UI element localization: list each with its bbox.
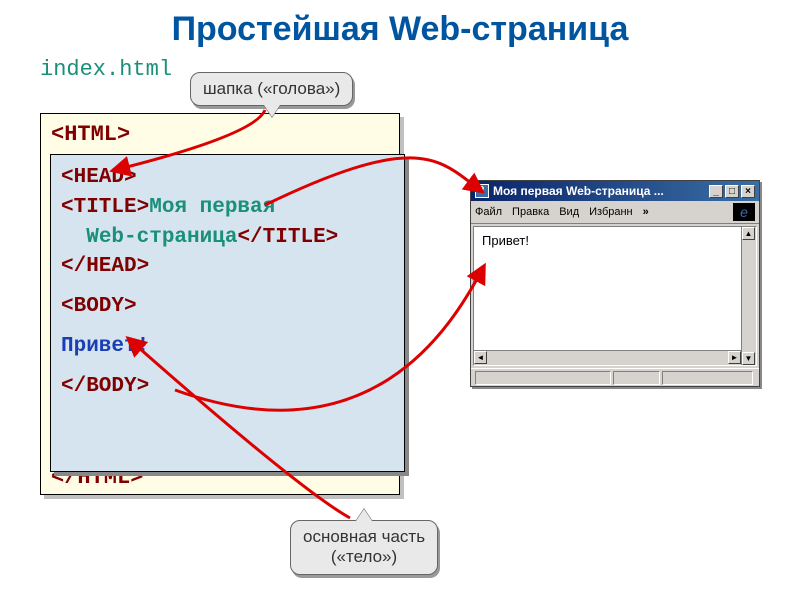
scrollbar-vertical[interactable]: ▲ ▼ [741, 227, 756, 365]
window-maximize-button[interactable]: □ [725, 185, 739, 198]
page-content: Привет! [482, 233, 529, 248]
browser-titlebar: Моя первая Web-страница ... _ □ × [471, 181, 759, 201]
scrollbar-horizontal[interactable]: ◄ ► [474, 350, 741, 365]
browser-viewport: Привет! ▲ ▼ ◄ ► [473, 226, 757, 366]
scroll-right-icon[interactable]: ► [728, 351, 741, 364]
menu-more[interactable]: » [643, 206, 649, 218]
code-inner-box: <HEAD> <TITLE>Моя первая Web-страница</T… [50, 154, 405, 472]
slide-title: Простейшая Web-страница [0, 10, 800, 49]
code-body-text: Привет! [61, 335, 149, 358]
code-html-open: <HTML> [51, 122, 389, 147]
filename-label: index.html [40, 57, 800, 82]
callout-body: основная часть («тело») [290, 520, 438, 575]
ie-icon [475, 184, 489, 198]
code-title-text1: Моя первая [149, 196, 275, 219]
browser-menubar: Файл Правка Вид Избранн » e [471, 201, 759, 224]
menu-favorites[interactable]: Избранн [589, 206, 633, 218]
browser-statusbar [471, 368, 759, 386]
browser-title-text: Моя первая Web-страница ... [493, 184, 664, 198]
scroll-left-icon[interactable]: ◄ [474, 351, 487, 364]
callout-body-line2: («тело») [331, 547, 397, 566]
ie-logo-icon: e [733, 203, 755, 221]
callout-head: шапка («голова») [190, 72, 353, 106]
code-head-open: <HEAD> [61, 166, 137, 189]
scroll-down-icon[interactable]: ▼ [742, 352, 755, 365]
window-close-button[interactable]: × [741, 185, 755, 198]
window-minimize-button[interactable]: _ [709, 185, 723, 198]
callout-body-line1: основная часть [303, 527, 425, 546]
code-body-close: </BODY> [61, 375, 149, 398]
menu-view[interactable]: Вид [559, 206, 579, 218]
browser-window: Моя первая Web-страница ... _ □ × Файл П… [470, 180, 760, 387]
code-title-close: </TITLE> [237, 226, 338, 249]
scroll-up-icon[interactable]: ▲ [742, 227, 755, 240]
menu-file[interactable]: Файл [475, 206, 502, 218]
code-body-open: <BODY> [61, 295, 137, 318]
code-title-text2: Web-страница [86, 226, 237, 249]
menu-edit[interactable]: Правка [512, 206, 549, 218]
code-title-open: <TITLE> [61, 196, 149, 219]
code-head-close: </HEAD> [61, 255, 149, 278]
